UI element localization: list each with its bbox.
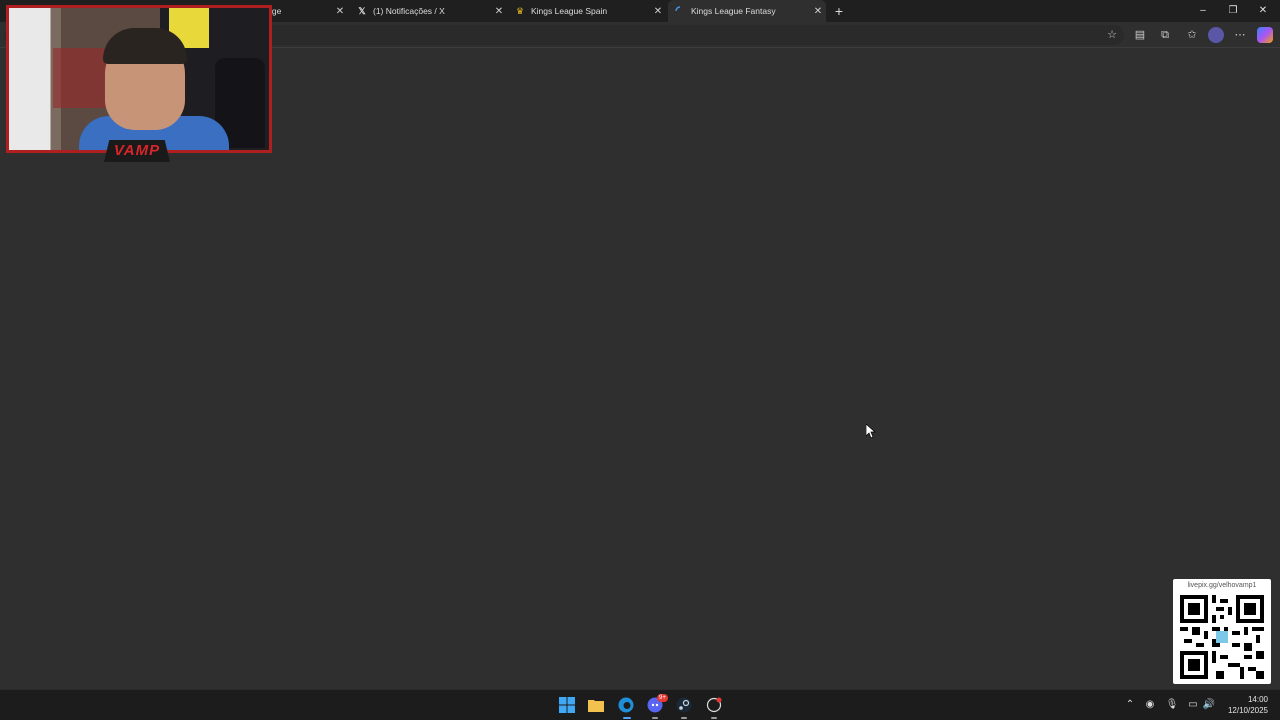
tab-close-icon[interactable]: ✕	[332, 6, 348, 17]
steam-tray-icon[interactable]: ◉	[1143, 698, 1157, 712]
taskbar: 9+ ⌃ ◉ 🎙 ▭ 🔊 14:00 12/10/2025	[0, 689, 1280, 720]
network-icon[interactable]: ▭	[1186, 698, 1200, 712]
livepix-qr-overlay: livepix.gg/velhovamp1	[1173, 579, 1271, 684]
copilot-icon[interactable]	[1257, 27, 1273, 43]
reading-list-icon[interactable]: ▤	[1133, 28, 1147, 42]
clock-time: 14:00	[1247, 695, 1268, 704]
tab-close-icon[interactable]: ✕	[650, 6, 666, 17]
restore-button[interactable]: ❐	[1218, 0, 1248, 22]
x-icon: 𝕏	[358, 5, 366, 16]
tab-label: Kings League Spain	[531, 6, 608, 16]
system-clock[interactable]: 14:00 12/10/2025	[1228, 694, 1268, 716]
person-hair	[103, 28, 187, 64]
tab-close-icon[interactable]: ✕	[810, 6, 826, 17]
mouse-cursor-icon	[866, 424, 876, 438]
file-explorer-icon[interactable]	[586, 695, 606, 715]
extensions-icon[interactable]: ⧉	[1158, 28, 1172, 42]
tab-label: Kings League Fantasy	[691, 6, 776, 16]
chevron-up-icon[interactable]: ⌃	[1123, 698, 1137, 712]
minimize-button[interactable]: –	[1188, 0, 1218, 22]
screen: ews & Coverage ✕ 𝕏 (1) Notificações / X …	[0, 0, 1280, 720]
discord-running-indicator	[652, 717, 658, 719]
steam-icon[interactable]	[674, 695, 694, 715]
crown-icon: ♛	[515, 5, 525, 16]
profile-avatar[interactable]	[1208, 27, 1224, 43]
webcam-overlay	[6, 5, 272, 153]
app-icon[interactable]	[704, 695, 724, 715]
webcam-feed	[9, 8, 269, 150]
tab-label: (1) Notificações / X	[373, 6, 445, 16]
windows-start-icon[interactable]	[557, 695, 577, 715]
qr-code-icon	[1180, 595, 1264, 679]
volume-icon[interactable]: 🔊	[1202, 698, 1216, 712]
microphone-icon[interactable]: 🎙	[1165, 698, 1179, 712]
tab-notificacoes-x[interactable]: 𝕏 (1) Notificações / X ✕	[350, 0, 507, 22]
favorites-icon[interactable]: ✩	[1185, 28, 1199, 42]
loading-spinner-icon	[674, 5, 686, 17]
discord-badge: 9+	[657, 694, 668, 702]
new-tab-button[interactable]: +	[830, 2, 848, 20]
star-icon[interactable]: ☆	[1105, 28, 1119, 42]
close-window-button[interactable]: ✕	[1248, 0, 1278, 22]
tab-close-icon[interactable]: ✕	[491, 6, 507, 17]
more-icon[interactable]: ⋯	[1233, 28, 1247, 42]
steam-running-indicator	[681, 717, 687, 719]
qr-url-label: livepix.gg/velhovamp1	[1187, 582, 1257, 589]
edge-icon[interactable]	[616, 695, 636, 715]
tab-kings-league-fantasy[interactable]: Kings League Fantasy ✕	[668, 0, 826, 22]
app-running-indicator	[711, 717, 717, 719]
edge-active-indicator	[623, 717, 631, 719]
clock-date: 12/10/2025	[1227, 706, 1268, 715]
vamp-logo: VAMP	[104, 140, 170, 162]
tab-kings-league-spain[interactable]: ♛ Kings League Spain ✕	[508, 0, 666, 22]
